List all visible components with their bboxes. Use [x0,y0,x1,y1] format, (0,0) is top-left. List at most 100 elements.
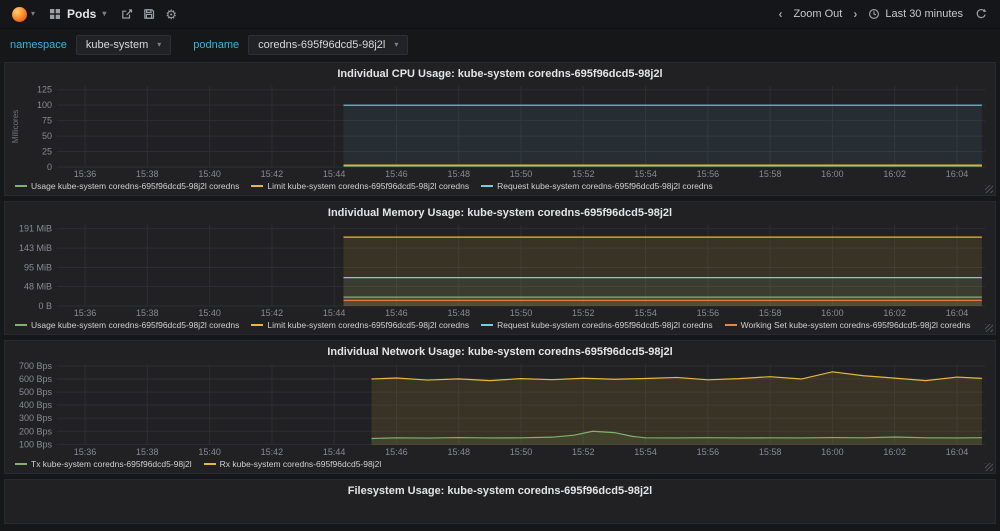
cpu-usage-chart[interactable]: 15:3615:3815:4015:4215:4415:4615:4815:50… [9,82,993,180]
svg-text:400 Bps: 400 Bps [19,400,53,410]
svg-text:15:40: 15:40 [198,447,221,457]
svg-text:125: 125 [37,85,52,95]
svg-text:16:00: 16:00 [821,169,844,179]
svg-text:300 Bps: 300 Bps [19,413,53,423]
svg-text:15:38: 15:38 [136,308,159,318]
svg-text:143 MiB: 143 MiB [19,243,52,253]
legend-series-color-dash [481,324,493,326]
svg-text:0: 0 [47,162,52,172]
gear-icon: ⚙ [165,8,177,21]
time-shift-back-button[interactable]: ‹ [774,7,786,21]
svg-text:200 Bps: 200 Bps [19,426,53,436]
time-shift-forward-button[interactable]: › [849,7,861,21]
legend-series-color-dash [251,324,263,326]
svg-text:15:58: 15:58 [759,308,782,318]
legend-series-color-dash [251,185,263,187]
memory-usage-chart[interactable]: 15:3615:3815:4015:4215:4415:4615:4815:50… [9,221,993,319]
variable-label-namespace: namespace [10,39,67,51]
variable-dropdown-namespace[interactable]: kube-system ▾ [76,35,171,55]
svg-text:15:44: 15:44 [323,308,346,318]
svg-text:16:04: 16:04 [946,308,969,318]
legend-item[interactable]: Usage kube-system coredns-695f96dcd5-98j… [15,320,239,330]
share-button[interactable] [116,8,138,20]
svg-text:15:54: 15:54 [634,447,657,457]
legend-item[interactable]: Tx kube-system coredns-695f96dcd5-98j2l [15,459,192,469]
svg-text:15:48: 15:48 [447,447,470,457]
svg-text:15:38: 15:38 [136,169,159,179]
legend-series-color-dash [15,463,27,465]
cpu-chart-legend: Usage kube-system coredns-695f96dcd5-98j… [9,180,991,194]
time-range-button[interactable]: Last 30 minutes [863,8,968,20]
memory-chart-legend: Usage kube-system coredns-695f96dcd5-98j… [9,319,991,333]
legend-item[interactable]: Limit kube-system coredns-695f96dcd5-98j… [251,181,469,191]
network-chart-legend: Tx kube-system coredns-695f96dcd5-98j2l R… [9,458,991,472]
svg-text:Millicores: Millicores [11,110,20,143]
svg-text:15:40: 15:40 [198,169,221,179]
time-controls: ‹ Zoom Out › Last 30 minutes [774,7,992,21]
time-range-label: Last 30 minutes [885,8,963,20]
dashboard-grid-icon [49,8,61,20]
settings-button[interactable]: ⚙ [160,8,182,21]
svg-text:15:50: 15:50 [510,447,533,457]
legend-item[interactable]: Request kube-system coredns-695f96dcd5-9… [481,320,712,330]
svg-text:15:56: 15:56 [697,447,720,457]
panel-title-memory[interactable]: Individual Memory Usage: kube-system cor… [9,204,991,221]
panel-resize-handle[interactable] [985,324,993,332]
svg-text:600 Bps: 600 Bps [19,374,53,384]
legend-series-color-dash [15,185,27,187]
refresh-button[interactable] [970,8,992,20]
svg-text:15:54: 15:54 [634,308,657,318]
caret-down-icon: ▾ [157,41,161,49]
panel-title-network[interactable]: Individual Network Usage: kube-system co… [9,343,991,360]
variable-dropdown-podname[interactable]: coredns-695f96dcd5-98j2l ▾ [248,35,408,55]
panel-title-filesystem[interactable]: Filesystem Usage: kube-system coredns-69… [9,482,991,499]
zoom-out-label: Zoom Out [793,8,842,20]
dashboard-picker[interactable]: Pods ▾ [39,7,116,21]
svg-text:15:44: 15:44 [323,447,346,457]
svg-text:50: 50 [42,131,52,141]
refresh-icon [975,8,987,20]
caret-down-icon: ▾ [31,10,35,18]
save-icon [143,8,155,20]
variable-label-podname: podname [193,39,239,51]
svg-text:15:50: 15:50 [510,308,533,318]
legend-item[interactable]: Limit kube-system coredns-695f96dcd5-98j… [251,320,469,330]
svg-text:48 MiB: 48 MiB [24,282,52,292]
svg-text:16:02: 16:02 [883,447,906,457]
save-button[interactable] [138,8,160,20]
template-variables-row: namespace kube-system ▾ podname coredns-… [0,29,1000,60]
svg-text:25: 25 [42,147,52,157]
variable-value-podname: coredns-695f96dcd5-98j2l [258,39,385,51]
variable-podname: podname coredns-695f96dcd5-98j2l ▾ [193,35,408,55]
grafana-logo-button[interactable]: ▾ [8,7,39,22]
legend-item[interactable]: Request kube-system coredns-695f96dcd5-9… [481,181,712,191]
svg-text:95 MiB: 95 MiB [24,263,52,273]
panel-resize-handle[interactable] [985,185,993,193]
svg-text:100: 100 [37,100,52,110]
svg-text:15:56: 15:56 [697,308,720,318]
svg-text:15:52: 15:52 [572,447,595,457]
panel-title-cpu[interactable]: Individual CPU Usage: kube-system coredn… [9,65,991,82]
svg-text:16:02: 16:02 [883,308,906,318]
svg-text:15:42: 15:42 [261,169,284,179]
top-navbar: ▾ Pods ▾ ⚙ ‹ Zoom Out › [0,0,1000,29]
legend-item[interactable]: Usage kube-system coredns-695f96dcd5-98j… [15,181,239,191]
svg-text:16:04: 16:04 [946,447,969,457]
caret-down-icon: ▾ [394,41,398,49]
legend-item[interactable]: Working Set kube-system coredns-695f96dc… [725,320,971,330]
panel-memory-usage: Individual Memory Usage: kube-system cor… [4,201,996,335]
svg-text:15:44: 15:44 [323,169,346,179]
svg-text:75: 75 [42,116,52,126]
legend-item[interactable]: Rx kube-system coredns-695f96dcd5-98j2l [204,459,382,469]
share-icon [121,8,133,20]
clock-icon [868,8,880,20]
svg-text:16:00: 16:00 [821,447,844,457]
network-usage-chart[interactable]: 15:3615:3815:4015:4215:4415:4615:4815:50… [9,360,993,458]
dashboard-body: Individual CPU Usage: kube-system coredn… [0,60,1000,531]
panel-resize-handle[interactable] [985,463,993,471]
svg-text:16:00: 16:00 [821,308,844,318]
svg-text:15:52: 15:52 [572,308,595,318]
caret-down-icon: ▾ [102,10,106,18]
zoom-out-button[interactable]: Zoom Out [788,8,847,20]
grafana-logo-icon [12,7,27,22]
